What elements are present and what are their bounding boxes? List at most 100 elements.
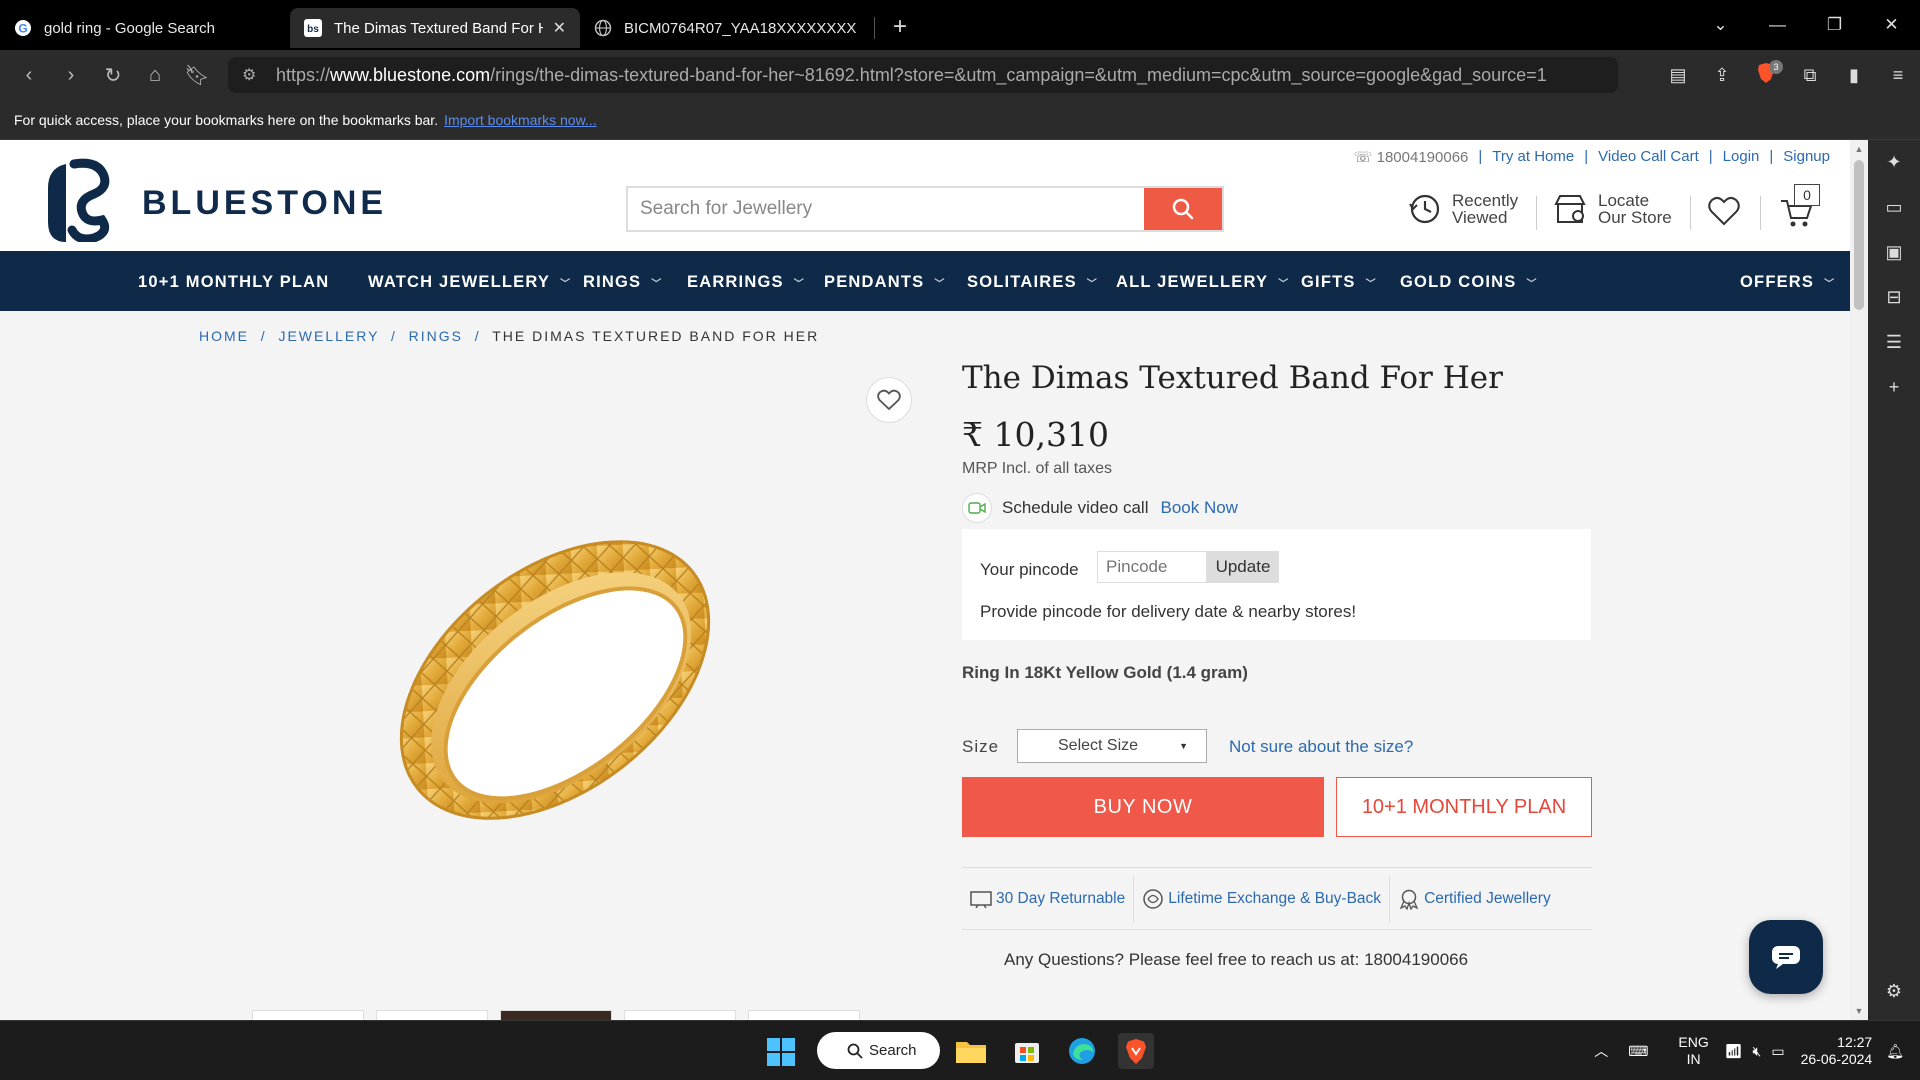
add-to-wishlist-button[interactable] (866, 377, 912, 423)
feature-exchange[interactable]: Lifetime Exchange & Buy-Back (1134, 876, 1389, 922)
close-tab-icon[interactable]: ✕ (553, 18, 566, 38)
reload-icon[interactable]: ↻ (92, 63, 134, 88)
url-bar[interactable]: ⚙︎ https://www.bluestone.com/rings/the-d… (228, 57, 1618, 93)
close-window-icon[interactable]: ✕ (1863, 15, 1920, 35)
size-select[interactable]: Select Size ▼ (1017, 729, 1207, 763)
nav-earrings[interactable]: EARRINGS ﹀ (687, 273, 805, 292)
nav-watch-jewellery[interactable]: WATCH JEWELLERY ﹀ (368, 273, 571, 292)
scroll-up-icon[interactable]: ▲ (1850, 144, 1868, 154)
chat-widget-button[interactable] (1749, 920, 1823, 994)
share-icon[interactable]: ⇪ (1700, 65, 1744, 86)
brave-browser-icon[interactable] (1118, 1033, 1154, 1069)
caret-down-icon: ▼ (1179, 741, 1188, 751)
nav-gold-coins[interactable]: GOLD COINS ﹀ (1400, 273, 1538, 292)
system-tray: ︿ ⌨︎ ENG IN 📶︎ 🔇︎ ▭ 12:27 26-06-2024 🔔︎ (1594, 1021, 1920, 1080)
tab-google-search[interactable]: G gold ring - Google Search (0, 8, 290, 48)
search-icon (1172, 198, 1194, 220)
keyboard-icon[interactable]: ⌨︎ (1628, 1043, 1648, 1060)
login-link[interactable]: Login (1723, 148, 1760, 166)
breadcrumb-jewellery[interactable]: JEWELLERY (278, 328, 379, 344)
nav-rings[interactable]: RINGS ﹀ (583, 273, 662, 292)
nav-solitaires[interactable]: SOLITAIRES ﹀ (967, 273, 1098, 292)
import-bookmarks-link[interactable]: Import bookmarks now... (444, 112, 597, 128)
page-scrollbar[interactable]: ▲ ▼ (1850, 140, 1868, 1020)
pincode-input[interactable] (1097, 551, 1207, 583)
add-panel-icon[interactable]: + (1868, 365, 1920, 410)
volume-muted-icon[interactable]: 🔇︎ (1753, 1043, 1762, 1060)
wishlist-heart-icon[interactable] (1708, 196, 1740, 226)
thumbnail[interactable] (748, 1010, 860, 1020)
wifi-icon[interactable]: 📶︎ (1725, 1043, 1743, 1060)
pincode-panel: Your pincode Update Provide pincode for … (962, 529, 1591, 640)
leo-ai-icon[interactable]: ✦ (1868, 140, 1920, 185)
microsoft-store-icon[interactable] (1009, 1033, 1045, 1069)
windows-start-icon[interactable] (766, 1037, 796, 1067)
edge-browser-icon[interactable] (1064, 1033, 1100, 1069)
reading-list-icon[interactable]: ☰ (1868, 320, 1920, 365)
phone-number[interactable]: ☏ 18004190066 (1354, 148, 1469, 166)
forward-icon[interactable]: › (50, 64, 92, 87)
show-hidden-icons-chevron-icon[interactable]: ︿ (1594, 1041, 1608, 1061)
search-button[interactable] (1144, 188, 1222, 230)
bookmarks-panel-icon[interactable]: ⊟ (1868, 275, 1920, 320)
scroll-down-icon[interactable]: ▼ (1850, 1006, 1868, 1016)
breadcrumb-home[interactable]: HOME (199, 328, 249, 344)
size-guide-link[interactable]: Not sure about the size? (1229, 737, 1413, 757)
nav-pendants[interactable]: PENDANTS ﹀ (824, 273, 946, 292)
try-at-home-link[interactable]: Try at Home (1492, 148, 1574, 166)
nav-all-jewellery[interactable]: ALL JEWELLERY ﹀ (1116, 273, 1289, 292)
brave-shields-icon[interactable]: 3 (1744, 59, 1788, 89)
new-tab-plus-icon[interactable]: + (893, 13, 907, 41)
file-explorer-icon[interactable] (953, 1033, 989, 1069)
book-now-link[interactable]: Book Now (1160, 498, 1237, 518)
thumbnail[interactable] (624, 1010, 736, 1020)
tab-search-chevron-icon[interactable]: ⌄ (1692, 15, 1749, 35)
bluestone-logo-icon[interactable] (38, 158, 116, 242)
tab-product-code[interactable]: BICM0764R07_YAA18XXXXXXXXXXXX (580, 8, 870, 48)
breadcrumb-rings[interactable]: RINGS (409, 328, 463, 344)
thumbnail[interactable] (376, 1010, 488, 1020)
minimize-icon[interactable]: — (1749, 15, 1806, 35)
battery-icon[interactable]: ▭ (1771, 1043, 1784, 1060)
menu-icon[interactable]: ≡ (1876, 65, 1920, 86)
recently-viewed[interactable]: Recently Viewed (1408, 192, 1518, 226)
chevron-down-icon: ﹀ (560, 279, 572, 290)
back-icon[interactable]: ‹ (8, 64, 50, 87)
bookmark-icon[interactable]: 🔖︎ (176, 63, 218, 88)
heart-icon (877, 389, 901, 411)
brand-wordmark[interactable]: BLUESTONE (142, 184, 387, 223)
language-indicator[interactable]: ENG IN (1678, 1034, 1708, 1068)
clock[interactable]: 12:27 26-06-2024 (1801, 1034, 1873, 1068)
wallet-icon[interactable]: ▣ (1868, 230, 1920, 275)
buy-now-button[interactable]: BUY NOW (962, 777, 1324, 837)
search-icon (847, 1043, 863, 1059)
taskbar-search[interactable]: Search (817, 1032, 940, 1069)
home-icon[interactable]: ⌂ (134, 64, 176, 87)
site-search (626, 186, 1224, 232)
feature-certified[interactable]: Certified Jewellery (1390, 876, 1559, 922)
product-ring-image[interactable] (370, 485, 740, 875)
scroll-thumb[interactable] (1854, 160, 1864, 310)
video-call-cart-link[interactable]: Video Call Cart (1598, 148, 1699, 166)
monthly-plan-button[interactable]: 10+1 MONTHLY PLAN (1336, 777, 1592, 837)
nav-offers[interactable]: OFFERS ﹀ (1740, 273, 1835, 292)
locate-store[interactable]: Locate Our Store (1554, 192, 1672, 226)
notification-bell-icon[interactable]: 🔔︎ (1886, 1043, 1904, 1060)
feature-returnable[interactable]: 30 Day Returnable (962, 876, 1133, 922)
media-icon[interactable]: ▭ (1868, 185, 1920, 230)
restore-icon[interactable]: ❐ (1806, 15, 1863, 35)
update-pincode-button[interactable]: Update (1207, 551, 1279, 583)
tab-bluestone-product[interactable]: bs The Dimas Textured Band For Her ✕ (290, 8, 580, 48)
sidebar-settings-icon[interactable]: ⚙︎ (1868, 969, 1920, 1014)
thumbnail[interactable] (252, 1010, 364, 1020)
extensions-icon[interactable]: ⧉ (1788, 65, 1832, 86)
search-input[interactable] (628, 188, 1144, 230)
nav-monthly-plan[interactable]: 10+1 MONTHLY PLAN (138, 273, 329, 292)
nav-gifts[interactable]: GIFTS ﹀ (1301, 273, 1377, 292)
sidebar-toggle-icon[interactable]: ▮ (1832, 65, 1876, 86)
contact-phone[interactable]: 18004190066 (1364, 950, 1468, 969)
reader-mode-icon[interactable]: ▤ (1656, 65, 1700, 86)
signup-link[interactable]: Signup (1783, 148, 1830, 166)
thumbnail[interactable] (500, 1010, 612, 1020)
site-settings-icon[interactable]: ⚙︎ (242, 65, 256, 85)
